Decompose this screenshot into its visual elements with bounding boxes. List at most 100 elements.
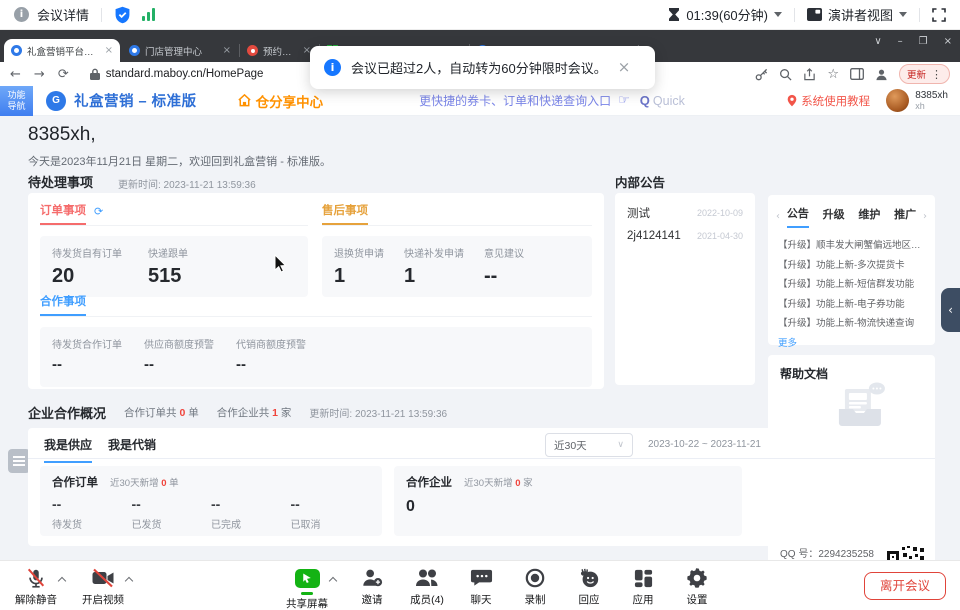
shield-check-icon[interactable] [114, 6, 131, 24]
window-restore-icon[interactable]: ❐ [919, 37, 928, 47]
view-mode-button[interactable]: 演讲者视图 [828, 5, 893, 24]
coop-tab[interactable]: 合作事项 [40, 293, 86, 316]
new-count-label: 近30天新增 [110, 478, 159, 489]
news-item[interactable]: 【升级】功能上新-电子券功能 [778, 296, 925, 310]
toast-message: 会议已超过2人，自动转为60分钟限时会议。 [351, 58, 607, 77]
range-dates: 2023-10-22 ~ 2023-11-21 [648, 439, 761, 450]
company-total-unit: 家 [281, 407, 292, 419]
coop-section: 合作事项 待发货合作订单 -- 供应商额度预警 -- 代销商额度预警 -- [40, 293, 592, 387]
news-item[interactable]: 【升级】功能上新-短信群发功能 [778, 276, 925, 290]
floating-menu-widget[interactable] [8, 449, 30, 473]
news-item[interactable]: 【升级】顺丰发大闸蟹偏远地区不成功问... [778, 237, 925, 251]
share-screen-button[interactable]: 共享屏幕 [275, 566, 339, 610]
stat-value[interactable]: 20 [52, 265, 122, 288]
browser-tab-1[interactable]: 礼盒营销平台管理中心 × [4, 39, 120, 62]
aftersale-tab[interactable]: 售后事项 [322, 202, 368, 225]
stat-value[interactable]: -- [484, 265, 524, 288]
forward-icon[interactable]: → [34, 68, 45, 81]
unmute-button[interactable]: 解除静音 [4, 566, 68, 607]
function-nav-button[interactable]: 功能 导航 [0, 86, 33, 116]
browser-menu-icon[interactable]: ⋮ [931, 69, 942, 80]
browser-update-button[interactable]: 更新 ⋮ [899, 64, 950, 84]
stat-label: 供应商额度预警 [144, 336, 214, 351]
browser-tab-2[interactable]: 门店管理中心 × [122, 39, 238, 62]
new-count-unit: 家 [523, 478, 533, 489]
order-tab[interactable]: 订单事项 [40, 202, 86, 225]
news-item[interactable]: 【升级】功能上新-物流快递查询 [778, 315, 925, 329]
back-icon[interactable]: ← [10, 68, 21, 81]
network-signal-icon[interactable] [142, 8, 155, 21]
stat-value[interactable]: 515 [148, 265, 188, 288]
mic-muted-icon [4, 566, 68, 590]
toast-close-icon[interactable]: × [618, 60, 631, 75]
profile-icon[interactable] [875, 68, 888, 81]
key-icon[interactable] [755, 68, 768, 81]
news-item[interactable]: 【升级】功能上新-多次提货卡 [778, 257, 925, 271]
window-minimize-icon[interactable]: – [898, 37, 903, 47]
meeting-info-icon[interactable]: i [14, 7, 29, 22]
settings-button[interactable]: 设置 [665, 566, 729, 607]
notice-name: 2j4124141 [627, 230, 681, 242]
info-icon: i [324, 59, 341, 76]
more-link[interactable]: 更多 [778, 335, 925, 349]
window-menu-icon[interactable]: ∨ [874, 37, 881, 47]
user-avatar[interactable] [886, 89, 909, 112]
lock-icon[interactable] [90, 68, 100, 80]
reload-icon[interactable]: ⟳ [58, 68, 69, 81]
stat-value[interactable]: -- [52, 356, 122, 373]
tab-maintenance[interactable]: 维护 [858, 206, 880, 227]
meeting-top-bar: i 会议详情 01:39(60分钟) 演讲者视图 [0, 0, 960, 30]
leave-meeting-button[interactable]: 离开会议 [864, 572, 946, 600]
qq-value[interactable]: 2294235258 [818, 549, 874, 560]
share-screen-icon [275, 566, 339, 590]
start-video-button[interactable]: 开启视频 [71, 566, 135, 607]
notice-item[interactable]: 2j4124141 2021-04-30 [627, 230, 743, 242]
stat-block: -- 已发货 [132, 496, 212, 531]
address-bar[interactable]: standard.maboy.cn/HomePage [106, 68, 264, 80]
pointer-hand-icon: ☞ [618, 94, 630, 107]
tab-reseller[interactable]: 我是代销 [108, 436, 156, 461]
tab-supplier[interactable]: 我是供应 [44, 436, 92, 463]
tab-title: 礼盒营销平台管理中心 [27, 44, 100, 58]
meeting-toolbar: 解除静音 开启视频 共享屏幕 邀请 [0, 560, 960, 610]
refresh-icon[interactable]: ⟳ [94, 206, 103, 217]
window-close-icon[interactable]: × [944, 37, 952, 47]
view-caret-icon[interactable] [899, 12, 907, 17]
stat-value[interactable]: -- [144, 356, 214, 373]
announcement-card: ‹ 公告 升级 维护 推广 › 【升级】顺丰发大闸蟹偏远地区不成功问... 【升… [768, 195, 935, 345]
range-select[interactable]: 近30天 ∨ [545, 433, 633, 457]
tab-promotion[interactable]: 推广 [894, 206, 916, 227]
stat-value: -- [291, 496, 371, 512]
share-center-link[interactable]: 仓分享中心 [237, 91, 324, 111]
tab-close-icon[interactable]: × [223, 46, 231, 56]
tab-upgrade[interactable]: 升级 [823, 206, 845, 227]
tabs-prev-icon[interactable]: ‹ [776, 212, 780, 222]
quick-search-icon[interactable]: Q [640, 93, 650, 108]
side-panel-icon[interactable] [850, 68, 864, 80]
stat-value[interactable]: -- [236, 356, 306, 373]
coop-company-title: 合作企业 [406, 474, 452, 490]
browser-tab-3[interactable]: 预约成功 × [240, 39, 318, 62]
share-icon[interactable] [803, 68, 816, 81]
stat-value[interactable]: 1 [334, 265, 384, 288]
tab-announcement[interactable]: 公告 [787, 205, 809, 228]
fullscreen-icon[interactable] [932, 8, 946, 22]
tab-close-icon[interactable]: × [105, 46, 113, 56]
panel-collapse-toggle[interactable]: ‹ [941, 288, 960, 332]
stat-value[interactable]: 1 [404, 265, 464, 288]
notice-item[interactable]: 测试 2022-10-09 [627, 205, 743, 221]
meeting-details-button[interactable]: 会议详情 [37, 5, 89, 24]
user-name: 8385xh [915, 90, 948, 101]
coop-company-panel: 合作企业 近30天新增 0 家 0 [394, 466, 742, 536]
tutorial-link[interactable]: 系统使用教程 [787, 93, 870, 109]
tabs-next-icon[interactable]: › [923, 212, 927, 222]
stat-block: 快递跟单 515 [148, 245, 188, 288]
order-section: 订单事项 ⟳ 待发货自有订单 20 快递跟单 515 [40, 202, 308, 297]
timer-caret-icon[interactable] [774, 12, 782, 17]
bookmark-star-icon[interactable]: ☆ [827, 68, 839, 81]
quick-search-label[interactable]: Quick [653, 94, 685, 108]
zoom-icon[interactable] [779, 68, 792, 81]
stat-block: -- 已取消 [291, 496, 371, 531]
tab-favicon [11, 45, 22, 56]
pending-updated-time: 更新时间: 2023-11-21 13:59:36 [118, 176, 256, 191]
